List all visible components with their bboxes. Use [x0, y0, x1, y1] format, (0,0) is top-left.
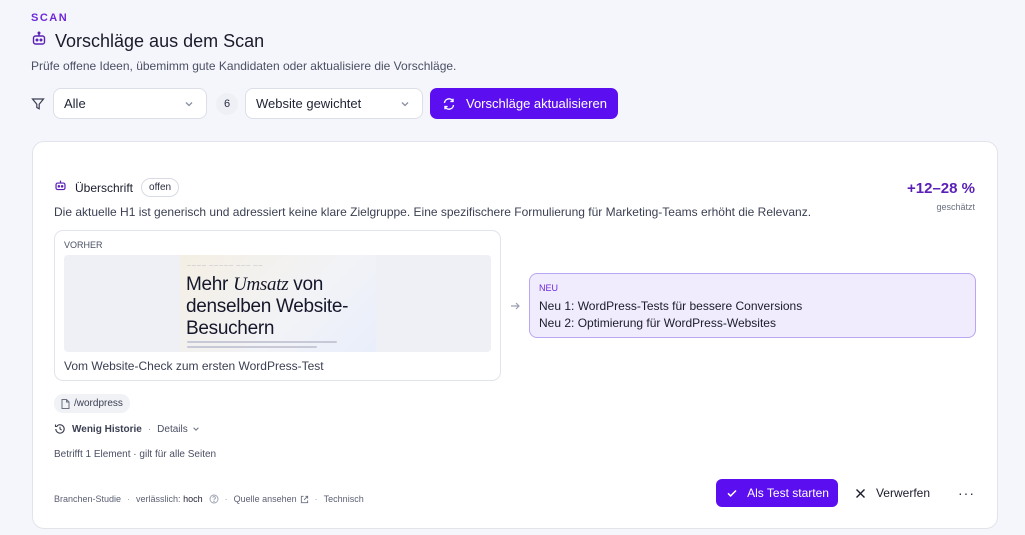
suggestion-card: Überschrift offen +12–28 % geschätzt Die… — [32, 141, 998, 529]
page-preview-thumbnail: ———— ————— ——— —— Mehr Umsatz von densel… — [64, 255, 491, 352]
history-label: Wenig Historie — [72, 423, 142, 435]
suggestion-count-badge: 6 — [216, 92, 238, 115]
reliability: verlässlich: hoch — [136, 494, 203, 504]
suggestion-type-label: Überschrift — [75, 180, 134, 195]
new-caption: NEU — [539, 283, 559, 293]
source-link[interactable]: Quelle ansehen — [234, 494, 309, 504]
weighting-select[interactable]: Website gewichtet — [245, 88, 423, 119]
section-eyebrow: SCAN — [31, 12, 69, 24]
dismiss-label: Verwerfen — [875, 486, 930, 500]
chevron-down-icon — [401, 101, 409, 106]
page-path: /wordpress — [74, 398, 123, 409]
new-suggestion-panel: NEU Neu 1: WordPress-Tests für bessere C… — [529, 273, 976, 338]
preview-headline: Mehr Umsatz von denselben Website-Besuch… — [186, 274, 349, 339]
status-badge: offen — [141, 178, 180, 197]
status-filter-select[interactable]: Alle — [53, 88, 207, 119]
file-icon — [61, 398, 70, 409]
refresh-suggestions-button[interactable]: Vorschläge aktualisieren — [430, 88, 618, 119]
impact-note: geschätzt — [936, 202, 975, 212]
suggestion-header: Überschrift offen — [54, 178, 180, 197]
source-meta-row: Branchen-Studie · verlässlich: hoch · Qu… — [54, 494, 364, 504]
before-text: Vom Website-Check zum ersten WordPress-T… — [64, 359, 324, 373]
history-icon — [54, 424, 65, 434]
robot-icon — [54, 179, 67, 197]
check-icon — [727, 489, 737, 497]
history-row: Wenig Historie · Details — [54, 423, 200, 435]
affects-info: Betrifft 1 Element · gilt für alle Seite… — [54, 449, 217, 460]
arrow-right-icon — [511, 302, 520, 310]
suggestion-description: Die aktuelle H1 ist generisch und adress… — [54, 205, 812, 219]
start-test-button[interactable]: Als Test starten — [716, 479, 838, 507]
start-test-label: Als Test starten — [747, 486, 829, 500]
weighting-value: Website gewichtet — [256, 96, 362, 111]
source-type: Branchen-Studie — [54, 494, 122, 504]
refresh-icon — [443, 97, 455, 110]
suggestion-actions: Als Test starten Verwerfen ··· — [716, 479, 975, 507]
status-filter-value: Alle — [64, 96, 86, 111]
page-subtitle: Prüfe offene Ideen, übemimm gute Kandida… — [31, 59, 457, 73]
before-panel: VORHER ———— ————— ——— —— Mehr Umsatz von… — [54, 230, 501, 381]
dismiss-button[interactable]: Verwerfen — [855, 486, 930, 500]
filter-icon — [31, 96, 47, 112]
impact-estimate: +12–28 % geschätzt — [907, 180, 975, 212]
new-option-1: Neu 1: WordPress-Tests für bessere Conve… — [539, 299, 803, 313]
filter-bar: Alle 6 Website gewichtet Vorschläge aktu… — [31, 88, 618, 119]
refresh-suggestions-label: Vorschläge aktualisieren — [466, 96, 607, 111]
chevron-down-icon — [185, 101, 193, 106]
page-title: Vorschläge aus dem Scan — [55, 31, 265, 51]
new-option-2: Neu 2: Optimierung für WordPress-Website… — [539, 316, 776, 330]
external-link-icon — [300, 495, 308, 503]
chevron-down-icon — [192, 427, 199, 431]
reliability-value: hoch — [183, 494, 203, 504]
before-caption: VORHER — [64, 240, 103, 250]
help-icon[interactable] — [209, 494, 219, 504]
close-icon — [855, 488, 865, 498]
details-toggle[interactable]: Details — [157, 424, 200, 435]
page-title-row: Vorschläge aus dem Scan — [31, 31, 264, 52]
category-label: Technisch — [323, 494, 364, 504]
reliability-label: verlässlich: — [136, 494, 181, 504]
robot-icon — [31, 31, 47, 52]
source-link-label: Quelle ansehen — [233, 494, 297, 504]
page-path-chip[interactable]: /wordpress — [54, 394, 130, 413]
impact-value: +12–28 % — [907, 180, 975, 197]
details-label: Details — [157, 423, 188, 435]
more-options-icon[interactable]: ··· — [958, 485, 975, 501]
